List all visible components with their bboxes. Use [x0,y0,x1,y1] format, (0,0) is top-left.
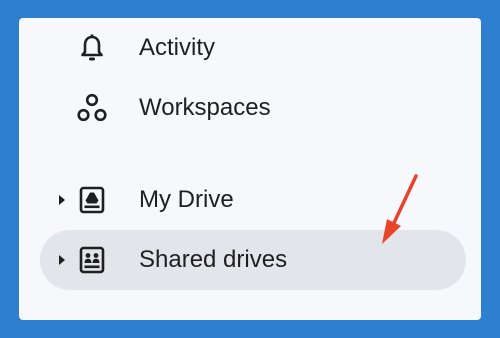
shared-drives-icon [76,244,108,276]
workspaces-icon [76,92,108,124]
my-drive-icon [76,184,108,216]
sidebar-item-shared-drives[interactable]: Shared drives [40,230,466,290]
sidebar-item-label: Shared drives [139,246,288,273]
sidebar-item-label: Activity [139,34,216,61]
sidebar-item-activity[interactable]: Activity [40,18,466,78]
sidebar-panel: Activity Workspaces My Drive Shared driv… [19,18,481,320]
sidebar-item-workspaces[interactable]: Workspaces [40,78,466,138]
sidebar-item-label: Workspaces [139,94,271,121]
bell-icon [76,32,108,64]
caret-right-icon[interactable] [57,253,67,267]
sidebar-item-label: My Drive [139,186,234,213]
caret-right-icon[interactable] [57,193,67,207]
sidebar-item-my-drive[interactable]: My Drive [40,170,466,230]
